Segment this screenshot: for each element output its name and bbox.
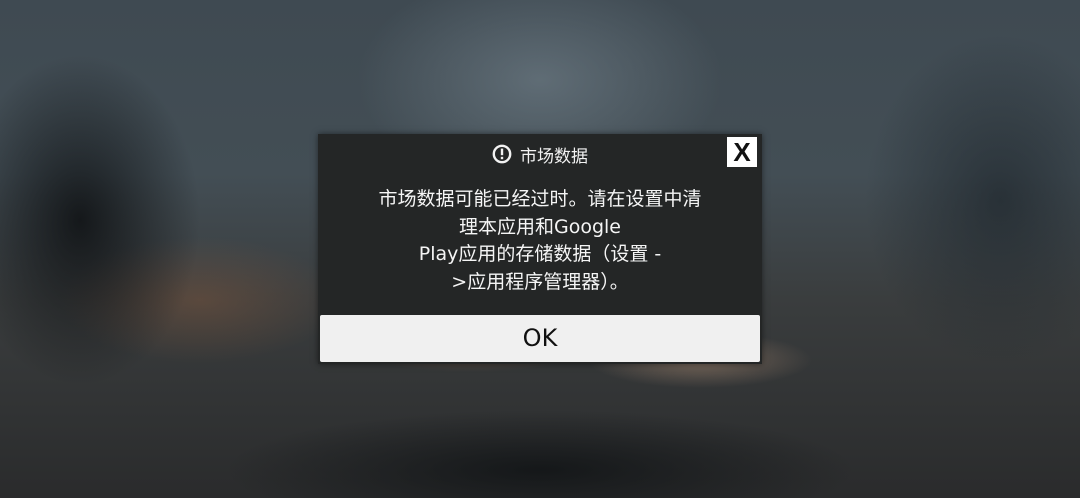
- dialog-title: 市场数据: [520, 146, 588, 167]
- close-button[interactable]: X: [727, 137, 757, 167]
- dialog-message: 市场数据可能已经过时。请在设置中清 理本应用和Google Play应用的存储数…: [338, 186, 742, 296]
- market-data-dialog: 市场数据 X 市场数据可能已经过时。请在设置中清 理本应用和Google Pla…: [318, 134, 762, 364]
- message-line: Play应用的存储数据（设置 -: [418, 243, 662, 265]
- message-line: 理本应用和Google: [458, 215, 621, 238]
- message-line: >应用程序管理器）。: [451, 270, 629, 293]
- message-line: 市场数据可能已经过时。请在设置中清: [378, 188, 702, 210]
- dialog-header: 市场数据: [318, 134, 762, 174]
- alert-circle-icon: [492, 144, 512, 164]
- ok-button[interactable]: OK: [320, 315, 760, 362]
